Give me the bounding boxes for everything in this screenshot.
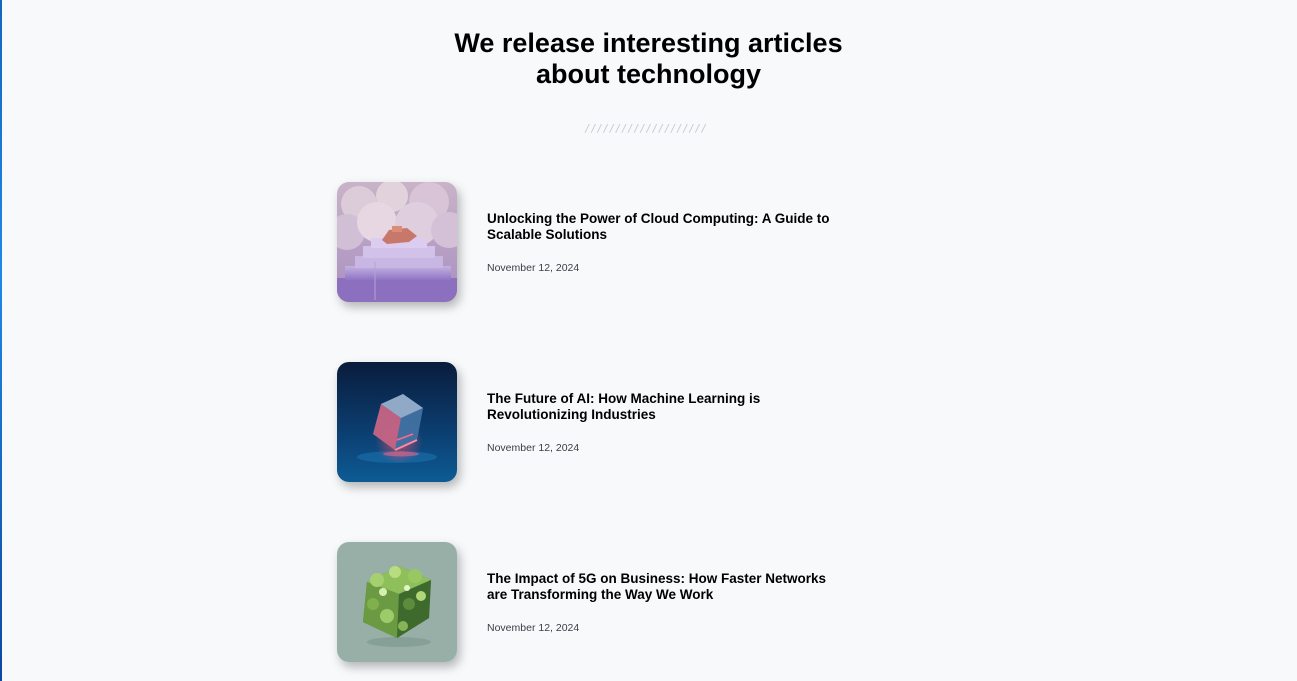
article-date: November 12, 2024	[487, 442, 580, 454]
article-thumbnail-cloud[interactable]	[337, 182, 457, 302]
article-title[interactable]: The Future of AI: How Machine Learning i…	[487, 391, 847, 423]
article-date: November 12, 2024	[487, 262, 580, 274]
window-edge	[0, 0, 2, 681]
section-heading: We release interesting articles about te…	[0, 28, 1297, 90]
article-card[interactable]: Unlocking the Power of Cloud Computing: …	[337, 182, 857, 302]
decorative-divider: ////////////////////	[584, 122, 707, 135]
moss-cube-image	[337, 542, 457, 662]
article-title[interactable]: The Impact of 5G on Business: How Faster…	[487, 571, 847, 603]
heading-line-1: We release interesting articles	[454, 28, 843, 58]
article-card[interactable]: The Impact of 5G on Business: How Faster…	[337, 542, 857, 662]
cloud-staircase-image	[337, 182, 457, 302]
article-thumbnail-5g[interactable]	[337, 542, 457, 662]
article-date: November 12, 2024	[487, 622, 580, 634]
article-thumbnail-ai[interactable]	[337, 362, 457, 482]
article-card[interactable]: The Future of AI: How Machine Learning i…	[337, 362, 857, 482]
article-title[interactable]: Unlocking the Power of Cloud Computing: …	[487, 211, 847, 243]
glass-cube-image	[337, 362, 457, 482]
heading-line-2: about technology	[536, 59, 761, 89]
